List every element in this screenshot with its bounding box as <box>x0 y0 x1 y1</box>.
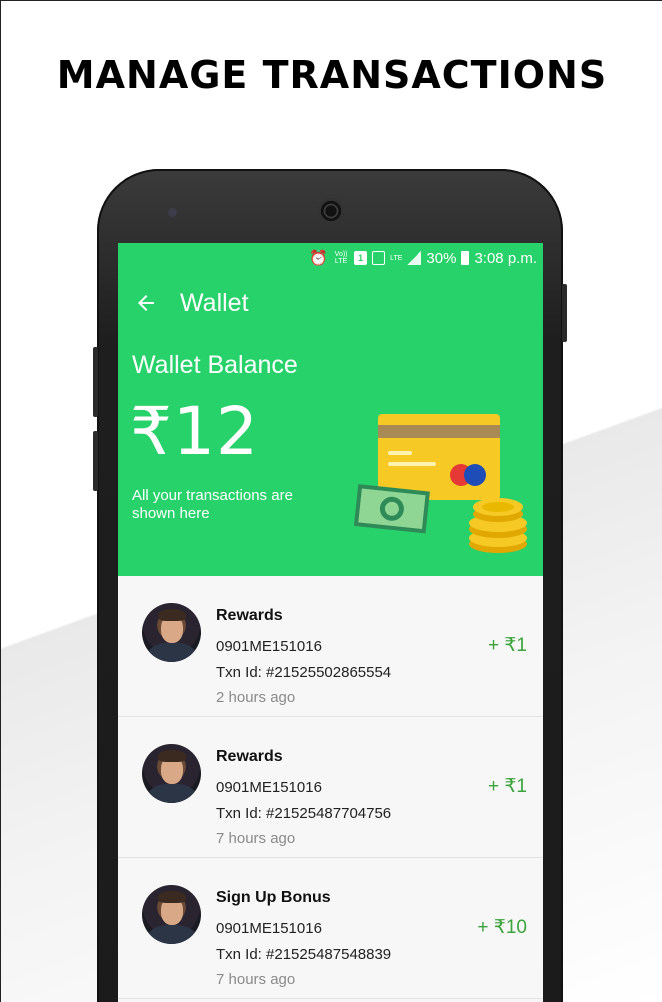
avatar <box>142 603 201 662</box>
transaction-title: Rewards <box>216 607 283 624</box>
status-bar: ⏰ Vo)) LTE 1 LTE 30% 3:08 p.m. <box>309 248 537 268</box>
transaction-id: Txn Id: #21525502865554 <box>216 664 392 681</box>
transaction-amount: + ₹1 <box>487 776 527 797</box>
signal-bars-icon <box>407 251 422 265</box>
avatar <box>142 744 201 803</box>
balance-label: Wallet Balance <box>132 351 298 379</box>
clock: 3:08 p.m. <box>474 249 537 267</box>
transaction-code: 0901ME151016 <box>216 920 322 937</box>
transaction-time: 7 hours ago <box>216 971 296 988</box>
transaction-item[interactable]: Rewards 0901ME151016 Txn Id: #2152550286… <box>118 576 543 717</box>
transaction-list: Rewards 0901ME151016 Txn Id: #2152550286… <box>118 576 543 999</box>
battery-percent: 30% <box>426 249 457 267</box>
volume-button <box>93 347 98 417</box>
back-arrow-icon[interactable] <box>134 291 158 315</box>
wallet-illustration <box>354 414 527 553</box>
transaction-id: Txn Id: #21525487704756 <box>216 805 392 822</box>
volte-indicator: Vo)) LTE <box>334 251 348 265</box>
transaction-amount: + ₹1 <box>487 635 527 656</box>
transaction-item[interactable]: Sign Up Bonus 0901ME151016 Txn Id: #2152… <box>118 858 543 999</box>
headline: MANAGE TRANSACTIONS <box>56 53 608 97</box>
transaction-code: 0901ME151016 <box>216 638 322 655</box>
transaction-title: Rewards <box>216 748 283 765</box>
page-title: Wallet <box>180 289 249 317</box>
wallet-header: ⏰ Vo)) LTE 1 LTE 30% 3:08 p.m. Wallet Wa… <box>118 243 543 576</box>
transaction-title: Sign Up Bonus <box>216 889 331 906</box>
transaction-amount: + ₹10 <box>477 917 527 938</box>
avatar <box>142 885 201 944</box>
transaction-time: 7 hours ago <box>216 830 296 847</box>
balance-value: ₹12 <box>130 393 259 470</box>
earpiece-speaker <box>318 198 344 224</box>
volume-button-2 <box>93 431 98 491</box>
battery-icon <box>461 251 470 265</box>
balance-note: All your transactions are shown here <box>132 487 293 522</box>
signal-icon <box>372 251 386 265</box>
lte-indicator: LTE <box>390 254 403 262</box>
transaction-time: 2 hours ago <box>216 689 296 706</box>
alarm-icon: ⏰ <box>309 250 329 267</box>
power-button <box>562 284 567 342</box>
sim-icon: 1 <box>354 251 368 265</box>
transaction-code: 0901ME151016 <box>216 779 322 796</box>
front-camera-icon <box>168 208 177 217</box>
transaction-id: Txn Id: #21525487548839 <box>216 946 392 963</box>
transaction-item[interactable]: Rewards 0901ME151016 Txn Id: #2152548770… <box>118 717 543 858</box>
phone-screen: ⏰ Vo)) LTE 1 LTE 30% 3:08 p.m. Wallet Wa… <box>118 243 543 1002</box>
